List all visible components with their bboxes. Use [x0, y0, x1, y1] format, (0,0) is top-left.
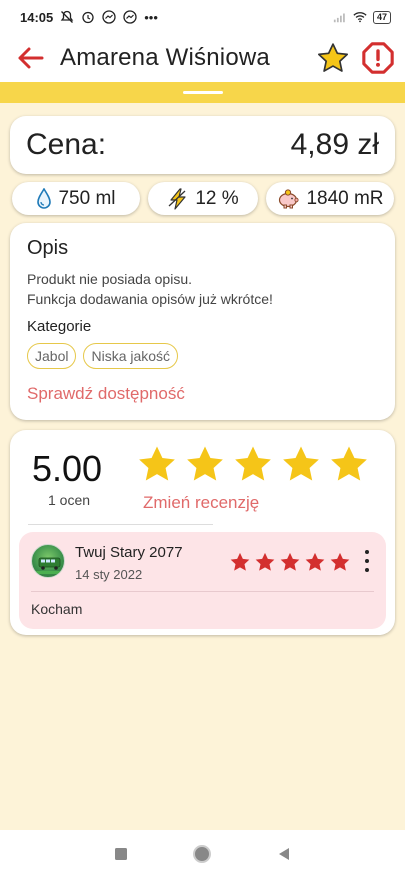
- more-notifications-indicator: •••: [144, 9, 158, 25]
- rating-count: 1 ocen: [48, 492, 91, 508]
- description-line: Produkt nie posiada opisu.: [27, 271, 192, 287]
- back-button[interactable]: [0, 34, 60, 82]
- status-time: 14:05: [20, 9, 54, 25]
- drag-handle[interactable]: [182, 91, 223, 94]
- triangle-left-icon: [279, 848, 290, 860]
- divider: [28, 524, 213, 525]
- star-icon: [139, 446, 175, 481]
- alcohol-chip: 12 %: [148, 182, 258, 215]
- status-left: 14:05 •••: [20, 10, 158, 25]
- favorite-button[interactable]: [311, 34, 355, 82]
- average-rating-stars: [136, 443, 370, 485]
- square-icon: [114, 848, 127, 860]
- dot-icon: [365, 559, 369, 563]
- star-icon: [305, 552, 325, 571]
- average-rating: 5.00: [32, 448, 103, 489]
- home-button[interactable]: [182, 834, 222, 874]
- recent-apps-button[interactable]: [101, 834, 141, 874]
- avatar: [31, 544, 65, 578]
- description-title: Opis: [27, 237, 69, 259]
- piggy-bank-icon: [279, 188, 299, 208]
- change-review-button[interactable]: Zmień recenzję: [143, 493, 259, 513]
- check-availability-link[interactable]: Sprawdź dostępność: [27, 384, 378, 404]
- category-tags: Jabol Niska jakość: [27, 343, 378, 369]
- volume-chip: 750 ml: [12, 182, 140, 215]
- star-icon: [280, 552, 300, 571]
- report-button[interactable]: [355, 34, 401, 82]
- description-line: Funkcja dodawania opisów już wkrótce!: [27, 291, 273, 307]
- battery-indicator: 47: [372, 10, 391, 24]
- water-drop-icon: [37, 187, 52, 209]
- review-author: Twuj Stary 2077: [75, 544, 183, 561]
- categories-title: Kategorie: [27, 318, 92, 335]
- muted-bell-icon: [60, 10, 74, 24]
- circle-icon: [193, 845, 212, 863]
- volume-value: 750 ml: [58, 187, 116, 209]
- wifi-icon: [353, 10, 367, 24]
- mr-value: 1840 mR: [306, 187, 384, 209]
- star-outline-icon: [317, 43, 349, 72]
- review-text: Kocham: [31, 601, 83, 617]
- app-bar: Amarena Wiśniowa: [0, 34, 405, 82]
- messenger-icon: [123, 10, 137, 24]
- star-icon: [187, 446, 223, 481]
- star-icon: [235, 446, 271, 481]
- description-card: Opis Produkt nie posiada opisu. Funkcja …: [10, 223, 395, 420]
- star-icon: [255, 552, 275, 571]
- description-text: Produkt nie posiada opisu. Funkcja dodaw…: [27, 269, 378, 309]
- star-icon: [230, 552, 250, 571]
- status-right: 47: [333, 10, 391, 24]
- alert-octagon-icon: [362, 42, 394, 74]
- star-icon: [283, 446, 319, 481]
- arrow-left-icon: [18, 47, 44, 69]
- bus-photo-icon: [36, 557, 62, 574]
- signal-icon: [333, 10, 347, 24]
- star-icon: [330, 552, 350, 571]
- messenger-icon: [102, 10, 116, 24]
- divider: [31, 591, 374, 592]
- back-nav-button[interactable]: [264, 834, 304, 874]
- page-title: Amarena Wiśniowa: [60, 44, 270, 71]
- review-item: Twuj Stary 2077 14 sty 2022 Kocham: [19, 532, 386, 629]
- price-card: Cena: 4,89 zł: [10, 116, 395, 174]
- lightning-bolt-icon: [168, 187, 186, 210]
- category-tag[interactable]: Niska jakość: [83, 343, 179, 369]
- alcohol-value: 12 %: [195, 187, 239, 209]
- price-value: 4,89 zł: [290, 128, 379, 161]
- category-tag[interactable]: Jabol: [27, 343, 77, 369]
- reviews-card: 5.00 1 ocen Zmień recenzję Twuj Stary 20…: [10, 430, 395, 635]
- bottom-sheet-drag-strip[interactable]: [0, 82, 405, 103]
- mr-chip: 1840 mR: [266, 182, 394, 215]
- review-stars: [229, 551, 351, 573]
- review-date: 14 sty 2022: [75, 567, 143, 582]
- more-options-button[interactable]: [361, 550, 373, 572]
- system-navigation-bar: [0, 830, 405, 878]
- status-bar: 14:05 ••• 47: [0, 0, 405, 34]
- price-label: Cena:: [26, 128, 107, 161]
- dot-icon: [365, 550, 369, 554]
- star-icon: [331, 446, 367, 481]
- alarm-clock-icon: [81, 10, 95, 24]
- dot-icon: [365, 568, 369, 572]
